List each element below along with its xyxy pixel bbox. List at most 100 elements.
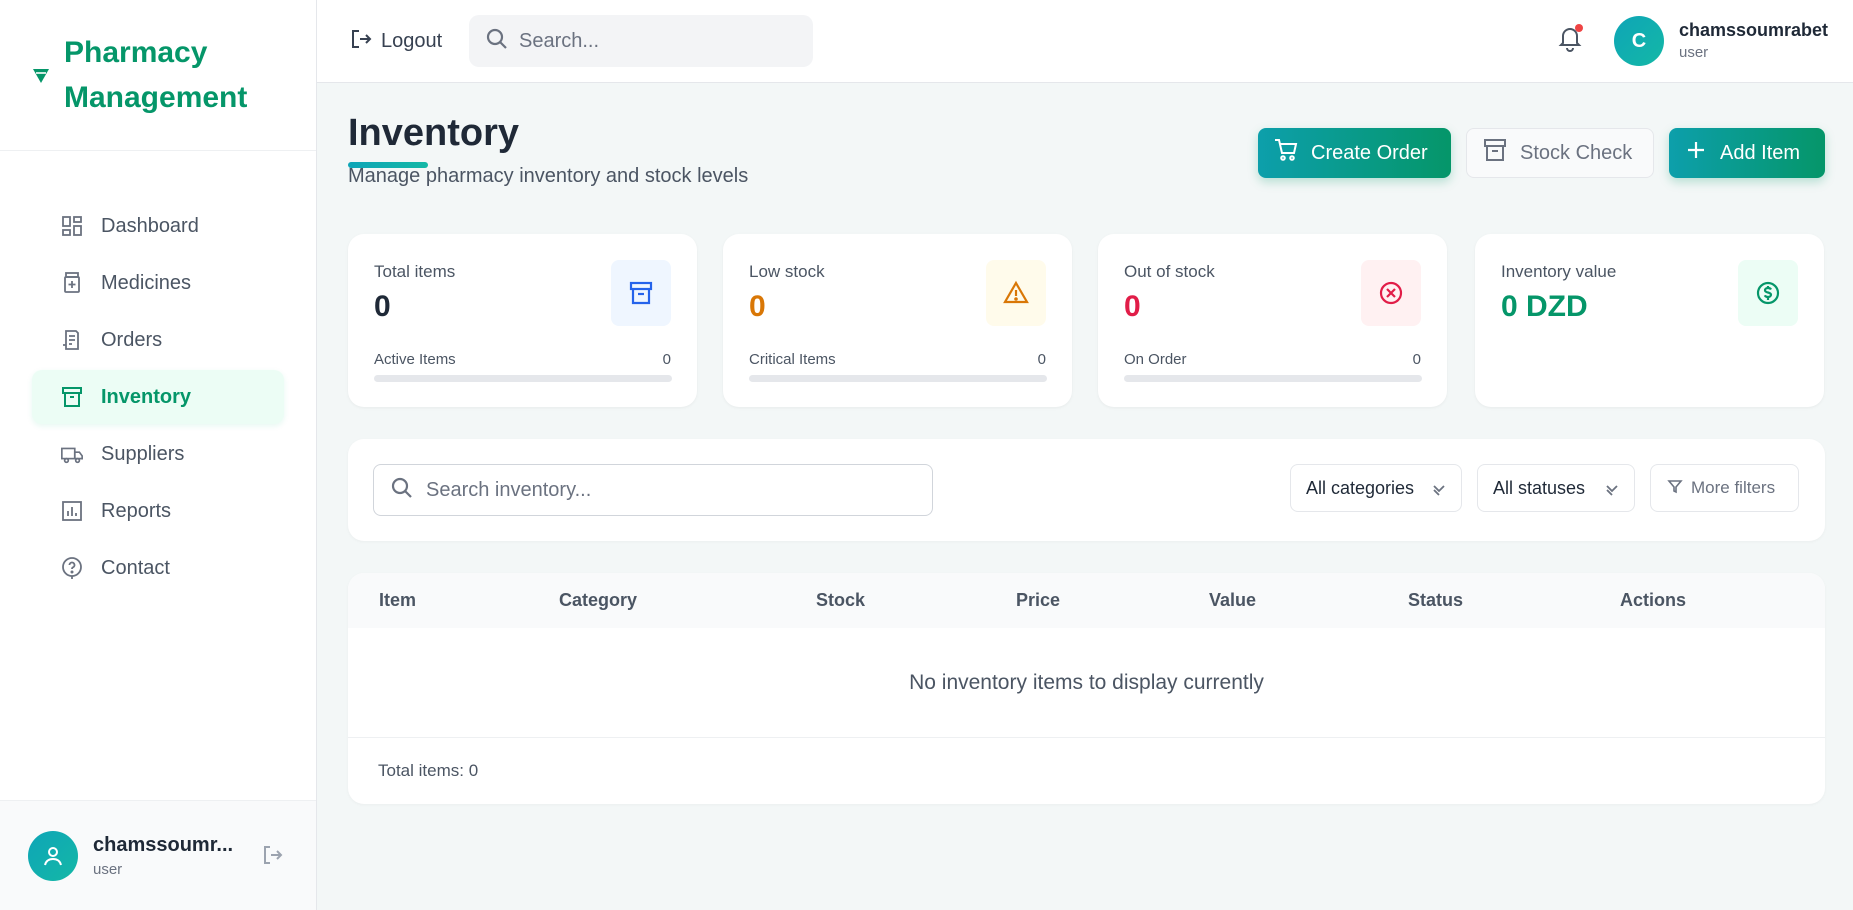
column-header-category[interactable]: Category [559, 590, 637, 611]
sidebar-item-label: Dashboard [101, 214, 199, 237]
stat-card-total-items: Total items 0 Active Items 0 [348, 234, 697, 407]
more-filters-label: More filters [1691, 478, 1776, 497]
progress-bar [749, 375, 1047, 382]
sidebar-item-dashboard[interactable]: Dashboard [32, 199, 284, 253]
orders-icon [60, 328, 84, 352]
more-filters-button[interactable]: More filters [1650, 464, 1799, 512]
sidebar-user-role: user [93, 860, 123, 878]
sidebar-item-label: Contact [101, 556, 170, 579]
truck-icon [60, 442, 84, 466]
app-title-line1: Pharmacy [64, 36, 208, 69]
notification-dot [1575, 24, 1583, 32]
global-search-input[interactable] [519, 29, 799, 53]
total-items-count: Total items: 0 [378, 761, 479, 780]
stat-card-low-stock: Low stock 0 Critical Items 0 [723, 234, 1072, 407]
inventory-search[interactable] [373, 464, 933, 516]
progress-bar [1124, 375, 1422, 382]
stat-label: Total items [374, 262, 456, 281]
stat-value: 0 DZD [1501, 290, 1588, 323]
stat-label: Low stock [749, 262, 825, 281]
column-header-value[interactable]: Value [1209, 590, 1256, 611]
category-select[interactable]: All categories [1290, 464, 1462, 512]
inventory-search-input[interactable] [426, 478, 926, 502]
sidebar-item-label: Orders [101, 328, 163, 351]
progress-bar [374, 375, 672, 382]
main-content: Inventory Manage pharmacy inventory and … [317, 83, 1853, 910]
logout-label: Logout [381, 29, 443, 52]
sidebar-item-label: Suppliers [101, 442, 185, 465]
cart-icon [1273, 137, 1299, 169]
category-select-value: All categories [1306, 477, 1415, 498]
stat-card-out-of-stock: Out of stock 0 On Order 0 [1098, 234, 1447, 407]
sidebar-item-orders[interactable]: Orders [32, 313, 284, 367]
stat-foot-label: Active Items [374, 351, 456, 368]
page-subtitle: Manage pharmacy inventory and stock leve… [348, 165, 749, 187]
stat-label: Out of stock [1124, 262, 1215, 281]
column-header-stock[interactable]: Stock [816, 590, 865, 611]
logout-icon[interactable] [258, 841, 286, 869]
stat-foot-count: 0 [1037, 351, 1046, 368]
stock-check-label: Stock Check [1520, 141, 1633, 164]
stock-check-button[interactable]: Stock Check [1466, 128, 1654, 178]
sidebar-item-contact[interactable]: Contact [32, 541, 284, 595]
column-header-price[interactable]: Price [1016, 590, 1060, 611]
sidebar-user-name: chamssoumr... [93, 833, 234, 856]
stat-foot-label: Critical Items [749, 351, 836, 368]
sidebar-item-inventory[interactable]: Inventory [32, 370, 284, 424]
sidebar-item-reports[interactable]: Reports [32, 484, 284, 538]
logout-button[interactable]: Logout [349, 24, 442, 58]
x-circle-icon [1361, 260, 1421, 326]
status-select-value: All statuses [1493, 477, 1586, 498]
stat-foot-count: 0 [662, 351, 671, 368]
search-icon [485, 27, 509, 56]
column-header-status[interactable]: Status [1408, 590, 1463, 611]
sidebar-item-medicines[interactable]: Medicines [32, 256, 284, 310]
topbar-user[interactable]: chamssoumrabet user [1679, 20, 1828, 61]
notifications-button[interactable] [1557, 24, 1585, 54]
add-item-button[interactable]: Add Item [1669, 128, 1825, 178]
table-header: Item Category Stock Price Value Status A… [348, 573, 1825, 628]
stat-value: 0 [1124, 290, 1141, 323]
avatar[interactable]: C [1614, 16, 1664, 66]
logout-icon [349, 27, 373, 56]
sidebar-item-label: Inventory [101, 385, 192, 408]
app-title-line2: Management [64, 81, 248, 114]
column-header-actions: Actions [1620, 590, 1687, 610]
pharmacy-logo-icon [30, 64, 52, 86]
warning-icon [986, 260, 1046, 326]
plus-icon [1684, 138, 1708, 168]
stat-value: 0 [749, 290, 766, 323]
sidebar-item-suppliers[interactable]: Suppliers [32, 427, 284, 481]
sidebar-item-label: Medicines [101, 271, 192, 294]
add-item-label: Add Item [1720, 141, 1801, 164]
box-icon [611, 260, 671, 326]
empty-state-message: No inventory items to display currently [909, 671, 1264, 694]
dollar-icon [1738, 260, 1798, 326]
chevron-down-icon [1604, 481, 1620, 502]
avatar[interactable] [28, 830, 78, 881]
create-order-button[interactable]: Create Order [1258, 128, 1451, 178]
app-title[interactable]: Pharmacy Management [64, 30, 247, 120]
global-search[interactable] [469, 15, 813, 67]
topbar-user-role: user [1679, 44, 1709, 61]
sidebar-user: chamssoumr... user [0, 800, 316, 910]
table-footer: Total items: 0 [348, 737, 1825, 804]
help-icon [60, 556, 84, 580]
filter-icon [1667, 478, 1683, 499]
page-title: Inventory [348, 112, 520, 154]
status-select[interactable]: All statuses [1477, 464, 1635, 512]
inventory-icon [60, 385, 84, 409]
stat-value: 0 [374, 290, 391, 323]
brand: Pharmacy Management [0, 0, 316, 151]
dashboard-icon [60, 214, 84, 238]
create-order-label: Create Order [1311, 141, 1428, 164]
topbar-user-name: chamssoumrabet [1679, 20, 1829, 40]
sidebar-item-label: Reports [101, 499, 172, 522]
column-header-item[interactable]: Item [379, 590, 416, 611]
filters-bar: All categories All statuses More filters [348, 439, 1825, 541]
sidebar-user-info: chamssoumr... user [93, 834, 243, 878]
reports-icon [60, 499, 84, 523]
sidebar-nav: Dashboard Medicines Orders Inventory Sup… [0, 151, 316, 595]
stat-foot-label: On Order [1124, 351, 1187, 368]
archive-icon [1482, 137, 1508, 169]
